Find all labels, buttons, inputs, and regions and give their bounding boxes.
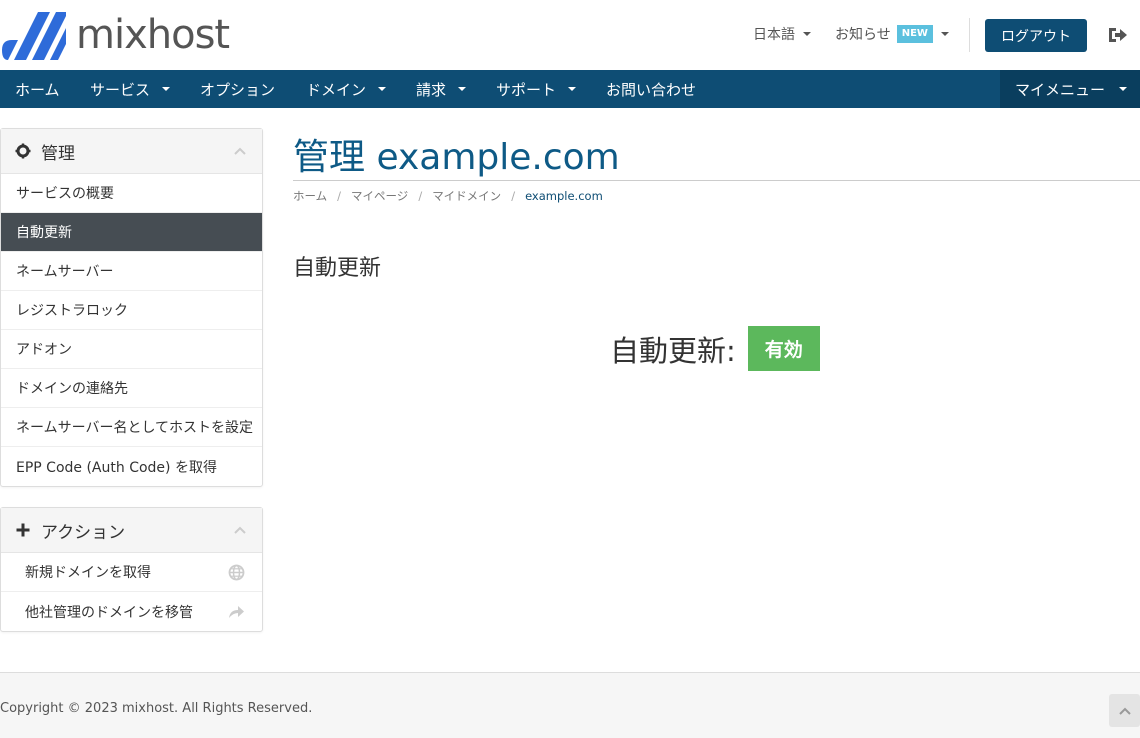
sidebar-item-label: 自動更新 <box>16 225 72 241</box>
action-label: 新規ドメインを取得 <box>25 565 151 581</box>
sidebar-item-label: レジストラロック <box>16 303 128 319</box>
sign-out-icon[interactable] <box>1107 24 1129 46</box>
section-title: 自動更新 <box>293 256 382 281</box>
chevron-down-icon <box>1119 87 1128 91</box>
action-register-domain[interactable]: 新規ドメインを取得 <box>1 553 262 592</box>
chevron-down-icon <box>940 32 949 36</box>
chevron-up-icon[interactable] <box>234 145 246 157</box>
actions-panel-header[interactable]: アクション <box>1 508 262 553</box>
breadcrumb: ホーム / マイページ / マイドメイン / example.com <box>293 188 603 204</box>
nav-item-domains[interactable]: ドメイン <box>306 70 387 108</box>
back-to-top-button[interactable] <box>1109 694 1140 727</box>
breadcrumb-mydomains[interactable]: マイドメイン <box>432 188 501 204</box>
header-divider <box>969 18 970 52</box>
my-menu[interactable]: マイメニュー <box>1000 70 1140 108</box>
breadcrumb-current: example.com <box>525 189 603 203</box>
copyright-text: Copyright © 2023 mixhost. All Rights Res… <box>0 701 313 716</box>
nav-item-support[interactable]: サポート <box>496 70 577 108</box>
chevron-down-icon <box>458 87 467 91</box>
sidebar-item-private-nameservers[interactable]: ネームサーバー名としてホストを設定 <box>1 408 262 447</box>
mixhost-logo[interactable]: mixhost <box>0 8 230 62</box>
action-label: 他社管理のドメインを移管 <box>25 604 193 621</box>
nav-item-label: ドメイン <box>306 80 367 99</box>
chevron-up-icon[interactable] <box>234 524 246 536</box>
breadcrumb-separator: / <box>511 189 516 203</box>
manage-panel-header[interactable]: 管理 <box>1 129 262 174</box>
sidebar-item-label: ネームサーバー名としてホストを設定 <box>16 420 254 436</box>
my-menu-label: マイメニュー <box>1015 80 1106 99</box>
main-navigation: ホーム サービス オプション ドメイン 請求 サポート お問い合わせ マイメニュ… <box>0 70 1140 108</box>
nav-item-label: サービス <box>90 80 151 99</box>
logout-button[interactable]: ログアウト <box>985 19 1087 52</box>
new-badge: NEW <box>896 25 933 43</box>
breadcrumb-home[interactable]: ホーム <box>293 188 327 204</box>
sidebar-item-label: EPP Code (Auth Code) を取得 <box>16 459 217 476</box>
nav-item-billing[interactable]: 請求 <box>416 70 467 108</box>
nav-item-label: お問い合わせ <box>606 80 697 99</box>
panel-title: アクション <box>41 522 126 543</box>
nav-item-services[interactable]: サービス <box>90 70 171 108</box>
chevron-down-icon <box>568 87 577 91</box>
sidebar-item-label: ネームサーバー <box>16 264 114 280</box>
site-footer: Copyright © 2023 mixhost. All Rights Res… <box>0 672 1140 738</box>
sidebar-item-epp-code[interactable]: EPP Code (Auth Code) を取得 <box>1 447 262 486</box>
panel-title: 管理 <box>41 143 75 164</box>
language-label: 日本語 <box>753 27 795 43</box>
nav-item-label: ホーム <box>15 80 60 99</box>
status-label: 自動更新: <box>610 333 736 368</box>
nav-item-label: 請求 <box>416 80 447 99</box>
sidebar-item-overview[interactable]: サービスの概要 <box>1 174 262 213</box>
nav-item-contact[interactable]: お問い合わせ <box>606 70 696 108</box>
breadcrumb-mypage[interactable]: マイページ <box>351 188 408 204</box>
gear-icon <box>15 143 31 159</box>
chevron-down-icon <box>162 87 171 91</box>
sidebar-item-nameservers[interactable]: ネームサーバー <box>1 252 262 291</box>
plus-icon <box>16 523 30 537</box>
breadcrumb-separator: / <box>337 189 342 203</box>
news-label: お知らせ <box>835 27 891 43</box>
sidebar-item-label: サービスの概要 <box>16 186 114 202</box>
logo-mark-icon <box>2 12 66 60</box>
sidebar-item-registrar-lock[interactable]: レジストラロック <box>1 291 262 330</box>
chevron-down-icon <box>803 32 811 36</box>
share-arrow-icon <box>229 606 244 618</box>
auto-renew-status: 自動更新: 有効 <box>610 326 820 371</box>
manage-panel: 管理 サービスの概要 自動更新 ネームサーバー レジストラロック アドオン ドメ… <box>0 128 263 487</box>
globe-icon <box>228 564 245 581</box>
actions-panel: アクション 新規ドメインを取得 他社管理のドメインを移管 <box>0 507 263 632</box>
sidebar-item-label: アドオン <box>16 342 72 358</box>
nav-item-options[interactable]: オプション <box>200 70 275 108</box>
chevron-up-icon <box>1118 707 1131 715</box>
site-header: mixhost 日本語 お知らせ NEW ログアウト <box>0 0 1140 70</box>
sidebar-item-label: ドメインの連絡先 <box>16 381 128 397</box>
nav-item-label: オプション <box>200 80 276 99</box>
sidebar-item-contacts[interactable]: ドメインの連絡先 <box>1 369 262 408</box>
sidebar-item-addons[interactable]: アドオン <box>1 330 262 369</box>
status-badge: 有効 <box>747 326 820 371</box>
nav-item-label: サポート <box>496 80 557 99</box>
logo-wordmark: mixhost <box>76 12 230 58</box>
breadcrumb-separator: / <box>418 189 423 203</box>
chevron-down-icon <box>378 87 387 91</box>
title-divider <box>293 180 1140 181</box>
language-selector[interactable]: 日本語 <box>753 24 811 44</box>
news-menu[interactable]: お知らせ NEW <box>835 24 949 44</box>
sidebar-item-auto-renew[interactable]: 自動更新 <box>1 213 262 252</box>
page-title: 管理 example.com <box>293 137 620 178</box>
nav-item-home[interactable]: ホーム <box>15 70 60 108</box>
action-transfer-domain[interactable]: 他社管理のドメインを移管 <box>1 592 262 631</box>
